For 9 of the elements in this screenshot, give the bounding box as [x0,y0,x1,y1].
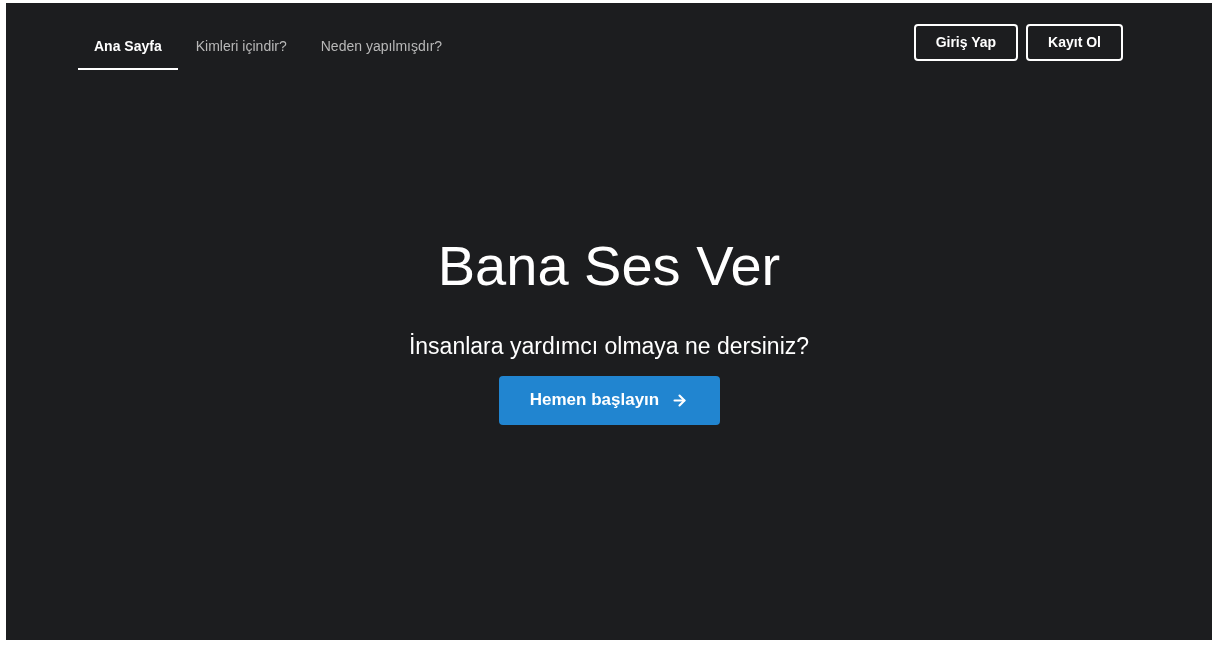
nav-tab[interactable]: Neden yapılmışdır? [304,24,459,70]
arrow-right-icon [671,391,689,409]
hero-subtitle: İnsanlara yardımcı olmaya ne dersiniz? [408,332,810,361]
nav-tab[interactable]: Kimleri içindir? [179,24,303,70]
start-button[interactable]: Hemen başlayın [498,375,720,425]
auth-button[interactable]: Giriş Yap [913,24,1019,61]
hero-title: Bana Ses Ver [437,238,781,294]
auth-button[interactable]: Kayıt Ol [1026,24,1123,61]
nav-tab[interactable]: Ana Sayfa [78,24,178,70]
